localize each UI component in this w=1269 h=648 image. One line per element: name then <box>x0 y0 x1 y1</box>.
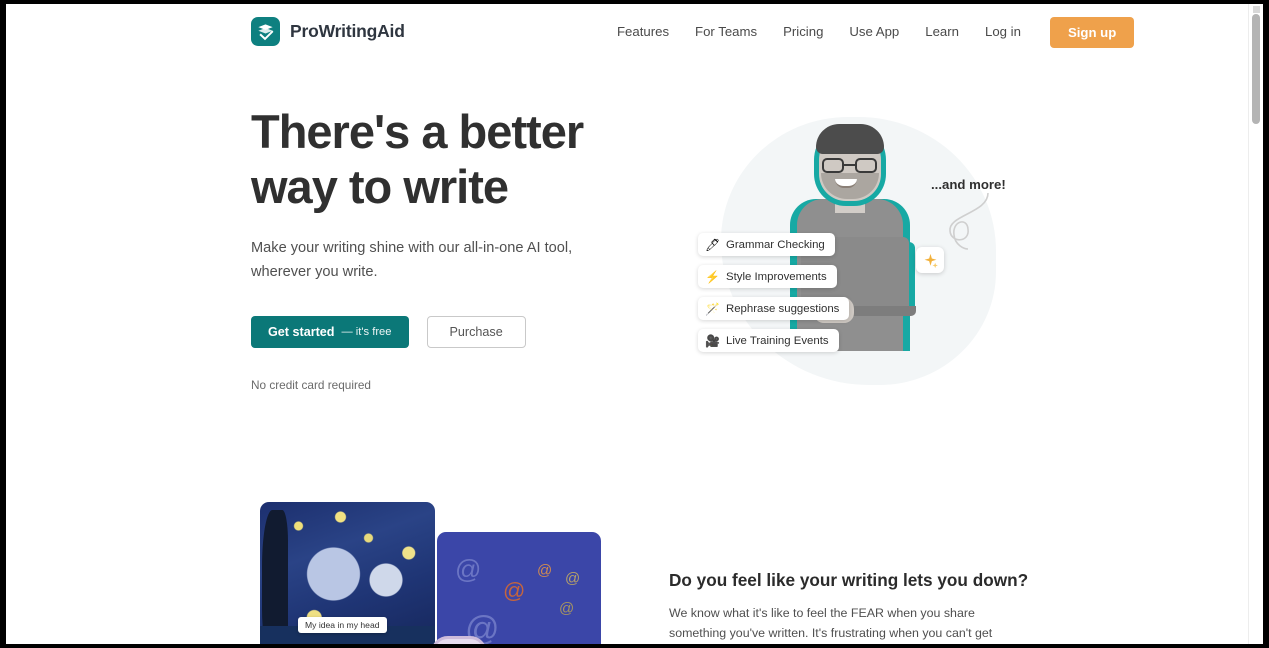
squiggle-arrow-icon <box>949 192 989 250</box>
lightning-bolt-icon: ⚡ <box>705 269 720 284</box>
nav-for-teams[interactable]: For Teams <box>682 4 770 60</box>
feature-pill-rephrase-suggestions[interactable]: 🪄 Rephrase suggestions <box>698 297 850 320</box>
scrawl-mark: @ <box>559 600 575 617</box>
scrollbar-thumb[interactable] <box>1252 14 1260 124</box>
page-scrollbar[interactable] <box>1248 4 1263 644</box>
scrawl-mark: @ <box>565 570 581 587</box>
comparison-artwork: @ @ @ @ @ @ @ My idea in my head <box>251 502 601 644</box>
scrawl-mark: @ <box>537 562 553 579</box>
purchase-button[interactable]: Purchase <box>426 316 526 349</box>
browser-viewport: ProWritingAid Features For Teams Pricing… <box>6 4 1263 644</box>
pen-icon: 🖊 <box>705 237 721 252</box>
lower-section-title: Do you feel like your writing lets you d… <box>669 570 1029 590</box>
get-started-button[interactable]: Get started — it's free <box>251 316 409 349</box>
lower-section: Do you feel like your writing lets you d… <box>669 570 1029 644</box>
and-more-label: ...and more! <box>931 177 1006 192</box>
scrawl-mark: @ <box>455 554 482 584</box>
book-stack-icon <box>251 17 280 46</box>
scrawl-mark: @ <box>503 578 526 603</box>
main-navigation: Features For Teams Pricing Use App Learn… <box>604 4 1135 60</box>
nav-log-in[interactable]: Log in <box>972 4 1034 60</box>
idea-caption: My idea in my head <box>298 617 387 633</box>
get-started-label: Get started <box>268 325 335 340</box>
site-header: ProWritingAid Features For Teams Pricing… <box>6 4 1248 60</box>
person-hair <box>816 124 884 154</box>
feature-pill-style-improvements[interactable]: ⚡ Style Improvements <box>698 265 837 288</box>
nav-pricing[interactable]: Pricing <box>770 4 836 60</box>
hero-illustration: ...and more! 🖊 Grammar Checking ⚡ Style … <box>666 99 1026 399</box>
cta-row: Get started — it's free Purchase <box>251 316 631 349</box>
simplified-painting-card: @ @ @ @ @ @ @ <box>437 532 601 644</box>
magic-wand-icon: 🪄 <box>705 301 720 316</box>
feature-pill-label: Live Training Events <box>726 334 829 347</box>
sign-up-button[interactable]: Sign up <box>1049 16 1135 48</box>
nav-learn[interactable]: Learn <box>912 4 972 60</box>
feature-pill-list: 🖊 Grammar Checking ⚡ Style Improvements … <box>698 233 850 352</box>
page-title: There's a better way to write <box>251 105 584 214</box>
feature-pill-label: Rephrase suggestions <box>726 302 840 315</box>
hero-section: There's a better way to write Make your … <box>251 104 631 392</box>
feature-pill-label: Grammar Checking <box>726 238 825 251</box>
no-credit-card-note: No credit card required <box>251 378 371 393</box>
video-camera-icon: 🎥 <box>705 333 720 348</box>
scrollbar-up-button[interactable] <box>1253 6 1260 13</box>
cypress-tree <box>262 510 288 644</box>
nav-features[interactable]: Features <box>604 4 682 60</box>
brand-logo-link[interactable]: ProWritingAid <box>251 17 405 46</box>
feature-pill-label: Style Improvements <box>726 270 827 283</box>
hero-subtitle: Make your writing shine with our all-in-… <box>251 239 573 280</box>
scrawl-mark: @ <box>549 640 575 644</box>
brand-name: ProWritingAid <box>290 21 405 41</box>
glasses-icon <box>821 158 879 173</box>
feature-pill-grammar-checking[interactable]: 🖊 Grammar Checking <box>698 233 835 256</box>
nav-use-app[interactable]: Use App <box>836 4 912 60</box>
lower-section-paragraph: We know what it's like to feel the FEAR … <box>669 606 993 641</box>
get-started-sublabel: — it's free <box>341 326 392 339</box>
feature-pill-live-training-events[interactable]: 🎥 Live Training Events <box>698 329 839 352</box>
